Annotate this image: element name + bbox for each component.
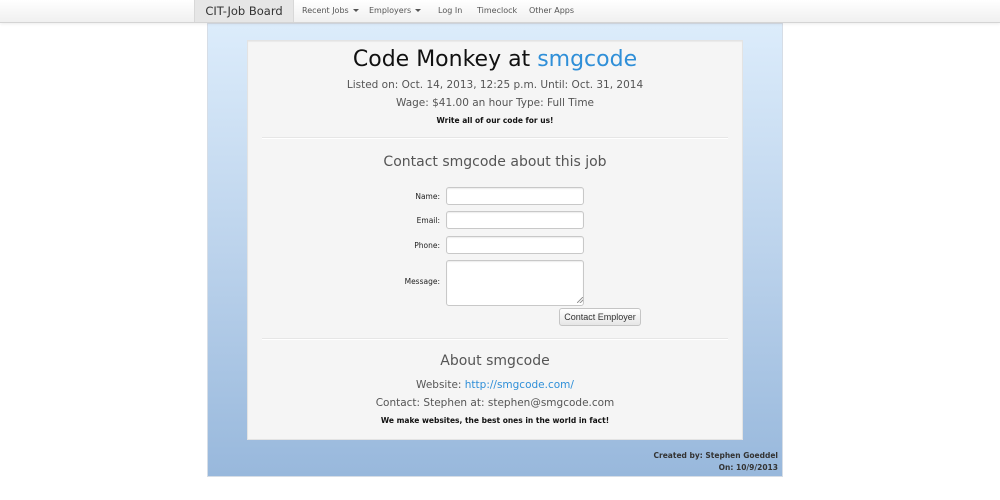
section-divider (262, 137, 728, 139)
email-label: Email: (416, 216, 440, 225)
brand-link[interactable]: CIT-Job Board (194, 0, 294, 22)
name-field[interactable] (446, 187, 584, 205)
contact-heading: Contact smgcode about this job (383, 154, 607, 170)
about-heading: About smgcode (440, 353, 550, 369)
name-label: Name: (415, 192, 440, 201)
nav-employers-label: Employers (369, 6, 412, 15)
resize-grip-icon (577, 297, 583, 303)
footer-created-on: On: 10/9/2013 (718, 463, 778, 472)
nav-employers[interactable]: Employers (369, 0, 422, 22)
website-line: Website: http://smgcode.com/ (248, 379, 742, 391)
message-textarea[interactable] (446, 260, 584, 306)
nav-timeclock[interactable]: Timeclock (477, 0, 517, 22)
nav-other-apps[interactable]: Other Apps (529, 0, 574, 22)
message-label: Message: (404, 277, 440, 286)
nav-recent-jobs-label: Recent Jobs (302, 6, 349, 15)
company-tagline: We make websites, the best ones in the w… (380, 416, 610, 425)
phone-field[interactable] (446, 236, 584, 254)
phone-label: Phone: (414, 241, 440, 250)
website-link[interactable]: http://smgcode.com/ (465, 379, 574, 391)
contact-employer-button[interactable]: Contact Employer (559, 308, 641, 326)
website-label: Website: (416, 379, 465, 391)
footer-created-by: Created by: Stephen Goeddel (653, 451, 778, 460)
job-card: Code Monkey at smgcode Listed on: Oct. 1… (247, 40, 743, 440)
section-divider (262, 338, 728, 340)
nav-recent-jobs[interactable]: Recent Jobs (302, 0, 359, 22)
nav-log-in[interactable]: Log In (438, 0, 462, 22)
resize-handle[interactable] (574, 294, 584, 304)
email-field[interactable] (446, 211, 584, 229)
wage-type: Wage: $41.00 an hour Type: Full Time (395, 97, 595, 109)
job-title: Code Monkey at smgcode (248, 47, 742, 72)
company-link[interactable]: smgcode (537, 47, 637, 72)
job-title-text: Code Monkey at (352, 47, 538, 72)
chevron-down-icon (352, 9, 359, 12)
contact-info: Contact: Stephen at: stephen@smgcode.com (375, 397, 615, 409)
top-navbar: CIT-Job Board Recent Jobs Employers Log … (0, 0, 1000, 23)
listing-dates: Listed on: Oct. 14, 2013, 12:25 p.m. Unt… (346, 79, 644, 91)
job-description: Write all of our code for us! (436, 116, 554, 125)
chevron-down-icon (415, 9, 422, 12)
